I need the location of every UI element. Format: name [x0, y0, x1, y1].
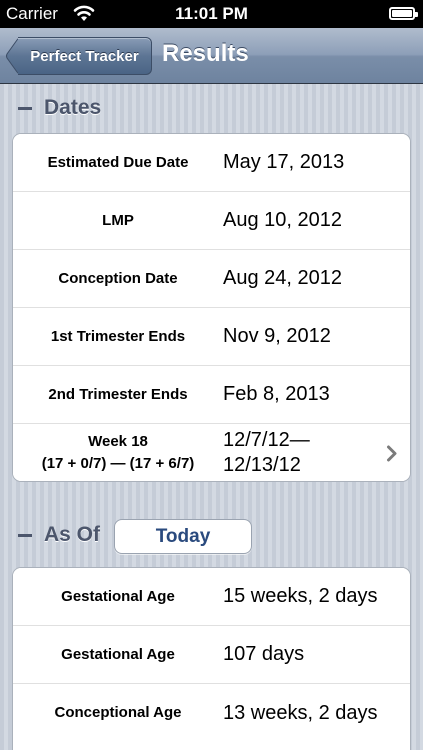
back-button[interactable]: Perfect Tracker: [18, 37, 152, 75]
row-value: Aug 24, 2012: [223, 267, 342, 289]
today-button-label: Today: [155, 525, 211, 547]
status-time: 11:01 PM: [175, 4, 248, 23]
status-bar: Carrier 11:01 PM: [0, 0, 423, 28]
week-value-line2: 12/13/12: [223, 454, 301, 476]
table-row: 1st Trimester Ends Nov 9, 2012: [13, 308, 410, 366]
table-row: 2nd Trimester Ends Feb 8, 2013: [13, 366, 410, 424]
week-value: 12/7/12— 12/13/12: [223, 424, 310, 481]
row-value: 15 weeks, 2 days: [223, 585, 378, 607]
row-label: LMP: [102, 211, 134, 229]
table-row: Conception Date Aug 24, 2012: [13, 250, 410, 308]
table-row: Conceptional Age 13 weeks, 2 days: [13, 684, 410, 742]
row-label: Gestational Age: [61, 587, 175, 605]
table-row: Gestational Age 15 weeks, 2 days: [13, 568, 410, 626]
today-button[interactable]: Today: [114, 519, 252, 554]
row-label: Conceptional Age: [54, 704, 182, 721]
as-of-header-label: As Of: [44, 523, 101, 546]
week-row[interactable]: Week 18 (17 + 0/7) — (17 + 6/7) 12/7/12—…: [13, 424, 410, 481]
row-value: 13 weeks, 2 days: [223, 701, 378, 724]
week-value-line1: 12/7/12—: [223, 429, 310, 451]
page-title: Results: [162, 40, 249, 67]
row-label: Conception Date: [58, 269, 178, 287]
week-label-line1: Week 18: [88, 433, 148, 450]
table-row: Gestational Age 107 days: [13, 626, 410, 684]
navigation-bar: Perfect Tracker Results: [0, 28, 423, 84]
row-value: May 17, 2013: [223, 151, 345, 173]
dates-header-label: Dates: [44, 96, 102, 119]
row-value: Nov 9, 2012: [223, 325, 331, 347]
week-label-line2: (17 + 0/7) — (17 + 6/7): [41, 455, 195, 472]
row-label: 2nd Trimester Ends: [48, 385, 188, 403]
dates-section-header[interactable]: Dates: [18, 93, 101, 123]
chevron-right-icon: [387, 445, 397, 462]
row-label: Estimated Due Date: [47, 153, 189, 171]
week-label: Week 18 (17 + 0/7) — (17 + 6/7): [13, 424, 223, 481]
dates-table: Estimated Due Date May 17, 2013 LMP Aug …: [12, 133, 411, 482]
row-value: Feb 8, 2013: [223, 383, 330, 405]
row-label: 1st Trimester Ends: [50, 327, 186, 345]
row-label: Gestational Age: [61, 645, 175, 663]
as-of-section-header[interactable]: As Of: [18, 520, 100, 550]
battery-icon: [389, 7, 418, 20]
collapse-dash-icon: [18, 533, 32, 537]
table-row: LMP Aug 10, 2012: [13, 192, 410, 250]
row-value: Aug 10, 2012: [223, 209, 342, 231]
collapse-dash-icon: [18, 106, 32, 110]
back-button-label: Perfect Tracker: [30, 47, 139, 65]
row-value: 107 days: [223, 643, 305, 665]
table-row: Estimated Due Date May 17, 2013: [13, 134, 410, 192]
as-of-table: Gestational Age 15 weeks, 2 days Gestati…: [12, 567, 411, 750]
